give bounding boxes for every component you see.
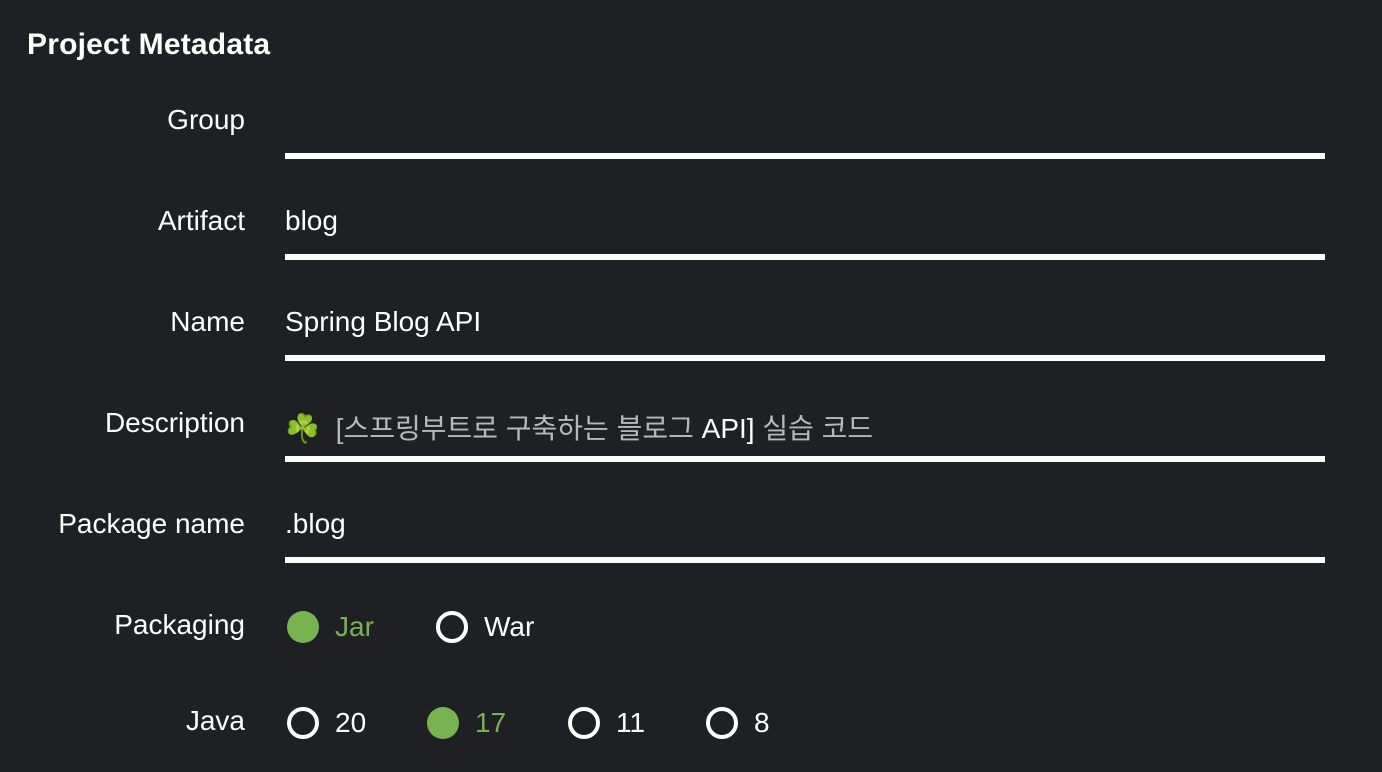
description-underline xyxy=(285,456,1325,462)
name-underline xyxy=(285,355,1325,361)
java-option-label: 17 xyxy=(475,707,507,738)
project-metadata-panel: Project Metadata Group Artifact blog Nam… xyxy=(0,0,1382,772)
java-option-20[interactable]: 20 xyxy=(287,707,366,739)
package-name-underline xyxy=(285,557,1325,563)
radio-unselected-icon xyxy=(706,707,738,739)
packaging-label: Packaging xyxy=(114,609,245,640)
java-option-label: 11 xyxy=(616,707,646,738)
java-option-17[interactable]: 17 xyxy=(427,707,506,739)
radio-selected-icon xyxy=(287,611,319,643)
java-option-8[interactable]: 8 xyxy=(706,707,770,739)
radio-unselected-icon xyxy=(568,707,600,739)
packaging-option-jar[interactable]: Jar xyxy=(287,611,374,643)
java-option-11[interactable]: 11 xyxy=(568,707,645,739)
radio-unselected-icon xyxy=(287,707,319,739)
java-option-label: 20 xyxy=(335,707,367,738)
artifact-label: Artifact xyxy=(157,205,245,236)
package-name-input[interactable]: .blog xyxy=(285,508,346,540)
radio-selected-icon xyxy=(427,707,459,739)
description-text-prefix: [스프링부트로 구축하는 블로그 xyxy=(327,413,702,444)
name-label: Name xyxy=(170,306,245,337)
shamrock-icon: ☘️ xyxy=(285,413,320,444)
java-option-label: 8 xyxy=(754,707,770,738)
artifact-input[interactable]: blog xyxy=(285,205,338,237)
description-text-suffix: 실습 코드 xyxy=(754,413,874,444)
group-label: Group xyxy=(167,104,245,135)
description-input[interactable]: ☘️ [스프링부트로 구축하는 블로그 API] 실습 코드 xyxy=(285,407,873,447)
java-label: Java xyxy=(185,705,245,736)
description-text-strong: API] xyxy=(701,413,755,444)
packaging-option-war[interactable]: War xyxy=(436,611,534,643)
name-input[interactable]: Spring Blog API xyxy=(285,306,481,338)
package-name-label: Package name xyxy=(58,508,245,539)
section-title: Project Metadata xyxy=(27,28,271,61)
group-underline xyxy=(285,153,1325,159)
radio-unselected-icon xyxy=(436,611,468,643)
description-label: Description xyxy=(104,407,245,438)
artifact-underline xyxy=(285,254,1325,260)
packaging-option-label: War xyxy=(484,611,535,642)
packaging-option-label: Jar xyxy=(335,611,374,642)
